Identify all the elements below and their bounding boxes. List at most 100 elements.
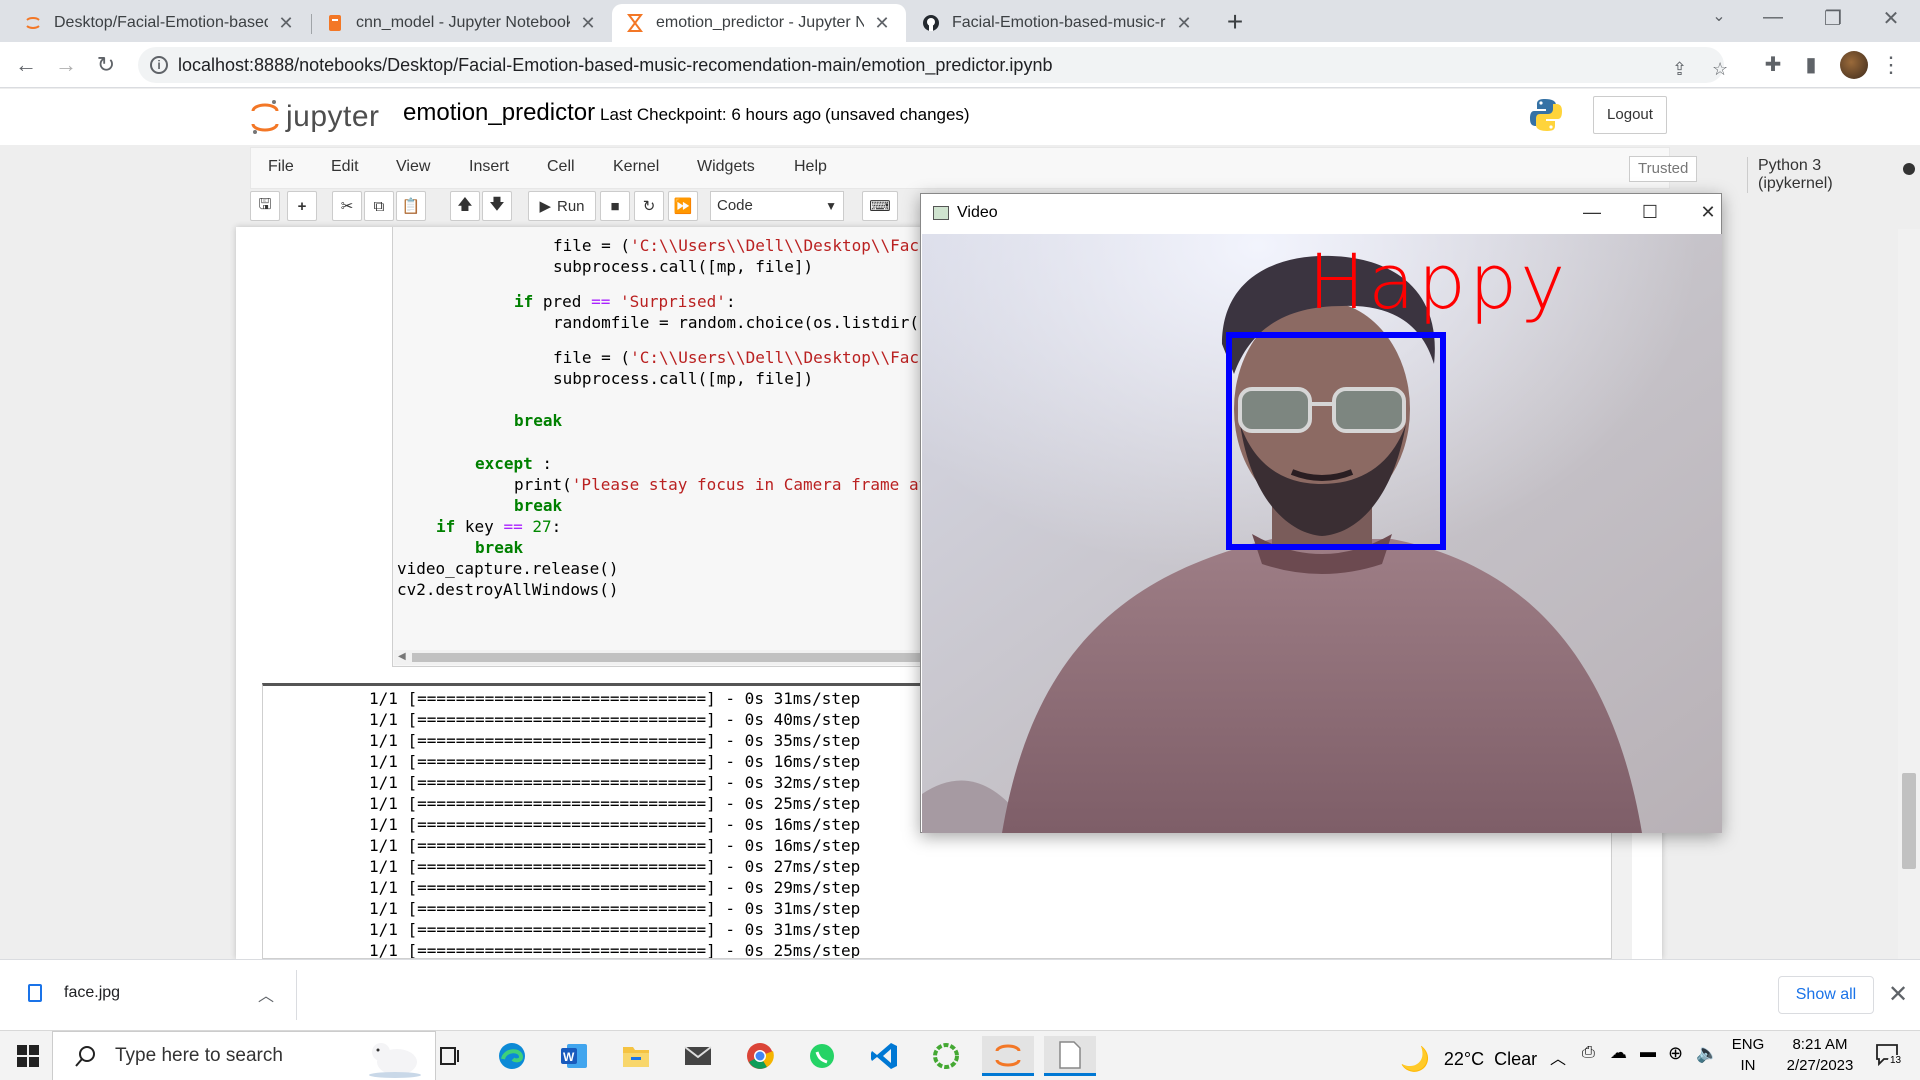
output-line: 1/1 [==============================] - 0…: [369, 899, 861, 918]
network-icon[interactable]: ⊕: [1668, 1043, 1683, 1064]
file-explorer-icon[interactable]: [610, 1036, 662, 1076]
edge-icon[interactable]: [486, 1036, 538, 1076]
stop-icon[interactable]: ■: [600, 191, 630, 221]
side-panel-icon[interactable]: ▮: [1798, 52, 1824, 78]
menu-help[interactable]: Help: [794, 158, 827, 176]
task-view-icon[interactable]: [424, 1036, 476, 1076]
output-line: 1/1 [==============================] - 0…: [369, 731, 861, 750]
tab-search-icon[interactable]: ⌄: [1704, 6, 1734, 26]
close-icon[interactable]: ✕: [276, 13, 296, 34]
webcam-frame: Happy: [922, 234, 1722, 833]
logout-button[interactable]: Logout: [1593, 96, 1667, 134]
output-line: 1/1 [==============================] - 0…: [369, 836, 861, 855]
paste-icon[interactable]: 📋: [396, 191, 426, 221]
cut-icon[interactable]: ✂: [332, 191, 362, 221]
tab-emotion-predictor[interactable]: emotion_predictor - Jupyter Note ✕: [612, 4, 906, 42]
avatar[interactable]: [1840, 51, 1868, 79]
menu-file[interactable]: File: [268, 158, 294, 176]
minimize-icon[interactable]: —: [1575, 198, 1609, 226]
menu-kernel[interactable]: Kernel: [613, 158, 659, 176]
forward-icon[interactable]: →: [52, 51, 80, 79]
taskbar-search[interactable]: Type here to search: [52, 1031, 436, 1080]
info-icon[interactable]: i: [150, 56, 168, 74]
minimize-icon[interactable]: —: [1758, 6, 1788, 29]
extensions-icon[interactable]: ✚: [1760, 52, 1786, 78]
windows-start-icon[interactable]: [2, 1036, 54, 1076]
download-filename: face.jpg: [64, 984, 121, 1001]
chrome-icon[interactable]: [734, 1036, 786, 1076]
restore-icon[interactable]: ❐: [1818, 6, 1848, 31]
jupyter-logo[interactable]: jupyter: [250, 97, 380, 137]
close-icon[interactable]: ✕: [872, 13, 892, 34]
move-down-icon[interactable]: 🡇: [482, 191, 512, 221]
close-window-icon[interactable]: ✕: [1691, 198, 1725, 226]
language-indicator[interactable]: ENG IN: [1728, 1036, 1768, 1074]
code-line: if key == 27:: [436, 517, 562, 536]
chevron-up-icon[interactable]: ︿: [258, 982, 274, 1006]
code-line: if pred == 'Surprised':: [514, 292, 736, 311]
language-top: ENG: [1731, 1036, 1765, 1053]
share-icon[interactable]: ⇪: [1672, 59, 1687, 80]
notification-count: 13: [1888, 1055, 1904, 1066]
notifications-icon[interactable]: 13: [1872, 1041, 1904, 1071]
weather-widget[interactable]: 🌙 22°C Clear: [1400, 1045, 1537, 1074]
trusted-badge[interactable]: Trusted: [1629, 156, 1698, 182]
jupyter-taskbar-icon[interactable]: [982, 1036, 1034, 1076]
close-icon[interactable]: ✕: [1888, 980, 1908, 1009]
bookmark-star-icon[interactable]: ☆: [1712, 59, 1728, 80]
tab-cnn-model[interactable]: cnn_model - Jupyter Notebook ✕: [312, 4, 612, 42]
notebook-title[interactable]: emotion_predictor: [403, 99, 595, 127]
close-icon[interactable]: ✕: [1174, 13, 1194, 34]
battery-icon[interactable]: ▬: [1640, 1044, 1656, 1062]
fast-forward-icon[interactable]: ⏩: [668, 191, 698, 221]
scroll-left-icon[interactable]: ◀: [398, 651, 406, 662]
keyboard-icon[interactable]: ⌨: [862, 191, 898, 221]
menu-view[interactable]: View: [396, 158, 430, 176]
python-logo-icon: [1528, 97, 1564, 138]
play-icon: ▶: [539, 198, 551, 215]
code-line: video_capture.release(): [397, 559, 619, 578]
anaconda-icon[interactable]: [920, 1036, 972, 1076]
mail-icon[interactable]: [672, 1036, 724, 1076]
add-cell-icon[interactable]: +: [287, 191, 317, 221]
scrollbar-thumb[interactable]: [1902, 773, 1916, 869]
video-window[interactable]: Video — ☐ ✕ Happy: [920, 193, 1722, 833]
maximize-icon[interactable]: ☐: [1633, 198, 1667, 226]
tab-github[interactable]: Facial-Emotion-based-music-rec ✕: [908, 4, 1208, 42]
cell-type-select[interactable]: Code ▼: [710, 191, 844, 221]
address-bar[interactable]: i localhost:8888/notebooks/Desktop/Facia…: [138, 47, 1728, 83]
menu-kebab-icon[interactable]: ⋮: [1880, 52, 1902, 78]
save-icon[interactable]: 🖫: [250, 191, 280, 221]
back-icon[interactable]: ←: [12, 51, 40, 79]
menu-insert[interactable]: Insert: [469, 158, 509, 176]
output-line: 1/1 [==============================] - 0…: [369, 857, 861, 876]
device-icon[interactable]: ⎙: [1582, 1044, 1595, 1062]
download-item[interactable]: face.jpg: [28, 984, 120, 1002]
move-up-icon[interactable]: 🡅: [450, 191, 480, 221]
kernel-status-icon: [1903, 163, 1915, 175]
show-all-button[interactable]: Show all: [1778, 976, 1874, 1014]
whatsapp-icon[interactable]: [796, 1036, 848, 1076]
volume-icon[interactable]: 🔈: [1696, 1043, 1718, 1064]
copy-icon[interactable]: ⧉: [364, 191, 394, 221]
menu-edit[interactable]: Edit: [331, 158, 359, 176]
run-button[interactable]: ▶ Run: [528, 191, 596, 221]
cloud-icon[interactable]: ☁: [1610, 1043, 1627, 1063]
vscode-icon[interactable]: [858, 1036, 910, 1076]
new-tab-button[interactable]: +: [1220, 6, 1250, 38]
word-icon[interactable]: W: [548, 1036, 600, 1076]
page-scrollbar[interactable]: [1898, 229, 1920, 959]
close-window-icon[interactable]: ✕: [1876, 6, 1906, 31]
chevron-up-icon[interactable]: ︿: [1550, 1045, 1566, 1069]
kernel-name[interactable]: Python 3 (ipykernel): [1747, 157, 1833, 193]
close-icon[interactable]: ✕: [578, 13, 598, 34]
chevron-down-icon: ▼: [825, 199, 837, 213]
notepad-icon[interactable]: [1044, 1036, 1096, 1076]
menu-cell[interactable]: Cell: [547, 158, 575, 176]
reload-icon[interactable]: ↻: [92, 51, 120, 79]
tab-jupyter-tree[interactable]: Desktop/Facial-Emotion-based-n ✕: [10, 4, 310, 42]
menu-widgets[interactable]: Widgets: [697, 158, 755, 176]
code-line: subprocess.call([mp, file]): [553, 369, 814, 388]
restart-icon[interactable]: ↻: [634, 191, 664, 221]
clock[interactable]: 8:21 AM 2/27/2023: [1770, 1036, 1870, 1074]
